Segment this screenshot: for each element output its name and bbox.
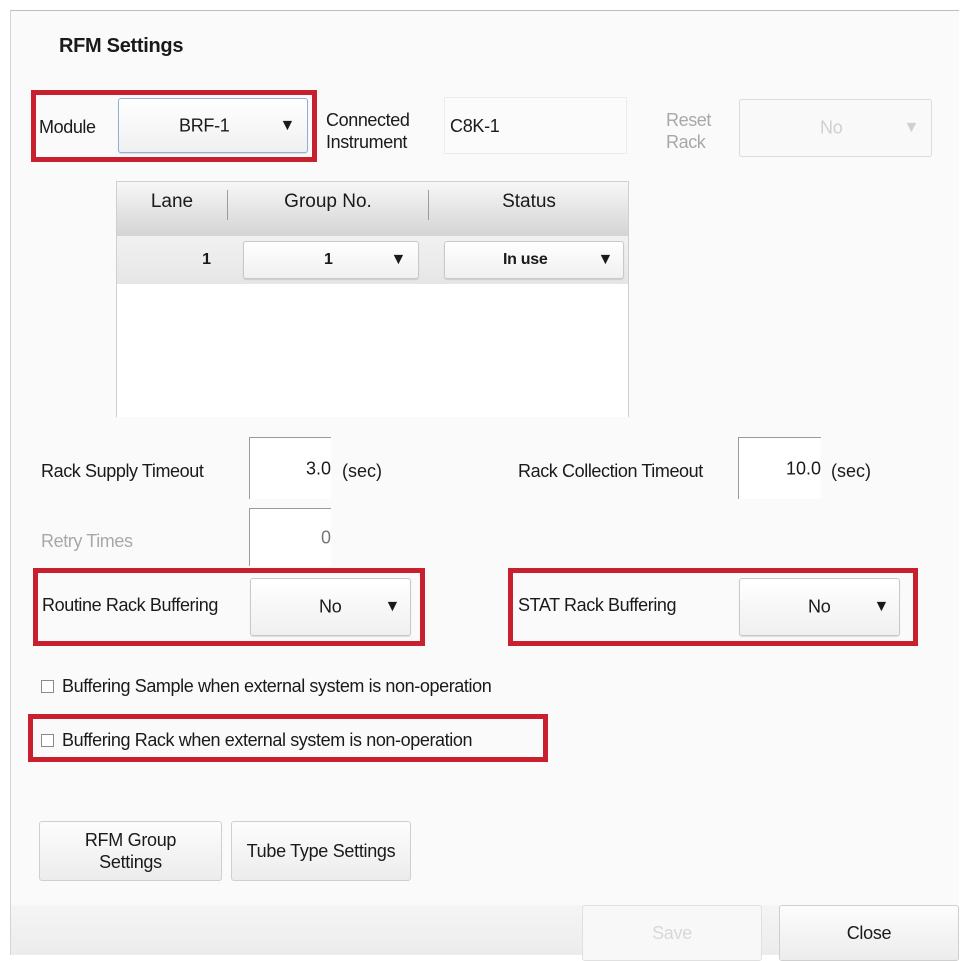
status-dropdown[interactable]: In use ▼ [444,241,624,279]
rfm-settings-dialog: RFM Settings Module BRF-1 ▼ Connected In… [10,10,959,961]
reset-rack-label: Reset Rack [666,109,711,153]
save-label: Save [652,923,692,943]
retry-times-label: Retry Times [41,531,133,551]
rack-collection-timeout-value: 10.0 [785,458,821,478]
buffering-sample-label: Buffering Sample when external system is… [62,676,492,696]
chevron-down-icon: ▼ [873,598,889,615]
stat-rack-buffering-value: No [808,596,831,617]
close-button[interactable]: Close [779,905,959,961]
rfm-group-settings-button[interactable]: RFM Group Settings [39,821,222,881]
chevron-down-icon: ▼ [384,598,400,615]
routine-rack-buffering-dropdown[interactable]: No ▼ [250,578,411,636]
buffering-rack-checkbox[interactable] [41,734,54,747]
chevron-down-icon: ▼ [279,116,295,134]
reset-rack-label-line1: Reset [666,110,712,130]
connected-instrument-value: C8K-1 [450,116,500,136]
rack-supply-timeout-input[interactable]: 3.0 [249,437,331,499]
connected-instrument-label-line1: Connected [326,110,410,130]
buffering-sample-checkbox[interactable] [41,680,54,693]
status-value: In use [503,251,548,268]
chevron-down-icon: ▼ [390,251,406,268]
close-label: Close [846,923,892,943]
chevron-down-icon: ▼ [903,119,919,136]
rack-supply-timeout-label: Rack Supply Timeout [41,461,204,481]
module-value: BRF-1 [179,115,230,135]
group-no-dropdown[interactable]: 1 ▼ [243,241,419,279]
column-header-status: Status [502,191,556,212]
rack-collection-timeout-unit: (sec) [831,461,871,481]
group-no-value: 1 [324,251,333,268]
retry-times-input[interactable]: 0 [249,508,331,566]
chevron-down-icon: ▼ [597,251,613,268]
rack-supply-timeout-unit: (sec) [342,461,382,481]
column-header-group-no: Group No. [284,191,372,212]
tube-type-settings-label: Tube Type Settings [246,841,396,861]
stat-rack-buffering-dropdown[interactable]: No ▼ [739,578,900,636]
lane-cell: 1 [202,251,211,268]
retry-times-value: 0 [320,527,331,547]
module-label: Module [39,117,96,137]
save-button[interactable]: Save [582,905,762,961]
connected-instrument-field: C8K-1 [444,97,627,154]
rack-collection-timeout-input[interactable]: 10.0 [738,437,821,499]
buffering-sample-option[interactable]: Buffering Sample when external system is… [41,676,492,697]
stat-rack-buffering-label: STAT Rack Buffering [518,595,677,615]
module-dropdown[interactable]: BRF-1 ▼ [118,98,308,153]
table-row[interactable]: 1 1 ▼ In use ▼ [117,236,628,284]
connected-instrument-label: Connected Instrument [326,109,410,153]
reset-rack-label-line2: Rack [666,132,706,152]
routine-rack-buffering-value: No [319,596,342,617]
dialog-title: RFM Settings [59,35,184,57]
buffering-rack-label: Buffering Rack when external system is n… [62,730,473,750]
reset-rack-value: No [820,117,843,138]
lane-table-header: Lane Group No. Status [117,182,628,237]
connected-instrument-label-line2: Instrument [326,132,408,152]
tube-type-settings-button[interactable]: Tube Type Settings [231,821,411,881]
rack-collection-timeout-label: Rack Collection Timeout [518,461,703,481]
rack-supply-timeout-value: 3.0 [305,458,331,478]
rfm-group-settings-label-line1: RFM Group [84,830,177,850]
reset-rack-dropdown[interactable]: No ▼ [739,99,932,157]
routine-rack-buffering-label: Routine Rack Buffering [42,595,218,615]
rfm-group-settings-label-line2: Settings [99,852,162,872]
lane-table: Lane Group No. Status 1 1 ▼ In use ▼ [116,181,629,417]
column-header-lane: Lane [150,191,194,212]
buffering-rack-option[interactable]: Buffering Rack when external system is n… [41,730,472,751]
